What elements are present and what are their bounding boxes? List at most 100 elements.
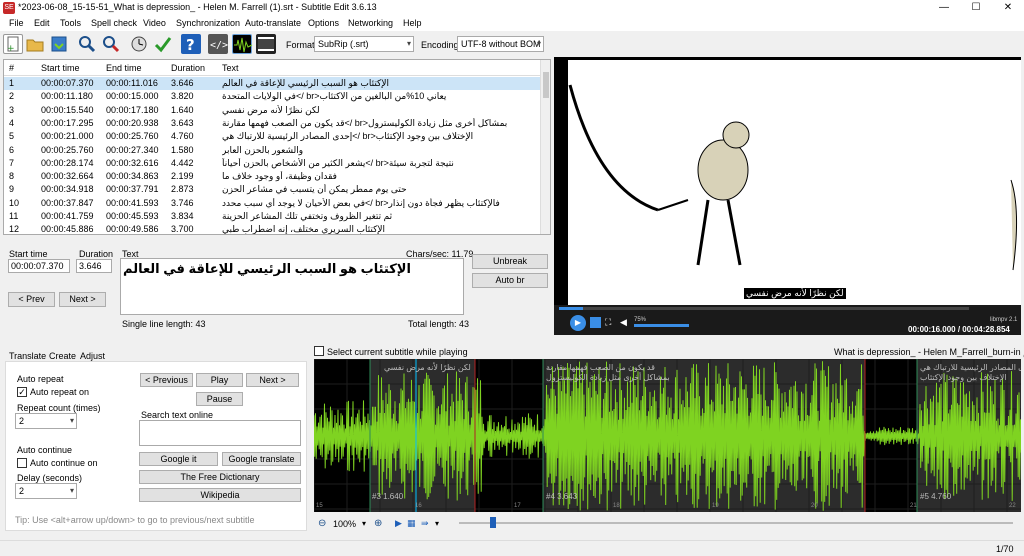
start-time-input[interactable]: 00:00:07.370 <box>8 259 70 273</box>
maximize-button[interactable]: ☐ <box>960 0 992 16</box>
table-row[interactable]: 12 00:00:45.886 00:00:49.586 3.700 الإكتئاب … <box>4 223 541 235</box>
table-row[interactable]: 9 00:00:34.918 00:00:37.791 2.873 حتى يوم مم… <box>4 183 541 196</box>
table-row[interactable]: 1 00:00:07.370 00:00:11.016 3.646 الإكتئاب ه… <box>4 77 541 90</box>
col-duration[interactable]: Duration <box>171 63 205 73</box>
cell-text: يعاني 10%من البالغين من الاكتئاب<br />في… <box>222 91 447 102</box>
waveform-icon[interactable] <box>232 34 253 54</box>
encoding-select[interactable]: UTF-8 without BOM ▾ <box>457 36 544 52</box>
play-icon[interactable]: ▶ <box>570 315 586 331</box>
select-current-checkbox[interactable] <box>314 346 324 356</box>
format-select[interactable]: SubRip (.srt) ▾ <box>314 36 414 52</box>
chevron-down-icon[interactable]: ▾ <box>435 519 439 528</box>
zoom-in-icon[interactable]: ⊕ <box>374 518 382 529</box>
time-tick: 18 <box>613 503 620 509</box>
previous-button[interactable]: < Previous <box>140 373 193 387</box>
waveform-position-track[interactable] <box>459 522 1013 524</box>
volume-slider[interactable] <box>634 324 689 327</box>
table-row[interactable]: 3 00:00:15.540 00:00:17.180 1.640 لكن نظرًا … <box>4 104 541 117</box>
table-row[interactable]: 10 00:00:37.847 00:00:41.593 3.746 فالإكتئاب… <box>4 197 541 210</box>
save-icon[interactable] <box>49 34 69 54</box>
mute-icon[interactable]: ◀ <box>620 317 627 328</box>
visual-sync-icon[interactable] <box>129 34 149 54</box>
table-row[interactable]: 7 00:00:28.174 00:00:32.616 4.442 نتيجة لتجر… <box>4 157 541 170</box>
audio-waveform[interactable]: لكن نظرًا لأنه مرض نفسي #3 1.640 قد يكون… <box>314 359 1021 512</box>
table-row[interactable]: 11 00:00:41.759 00:00:45.593 3.834 ثم تتغير … <box>4 210 541 223</box>
menu-synchronization[interactable]: Synchronization <box>176 18 240 28</box>
replace-icon[interactable] <box>101 34 121 54</box>
next-subtitle-button[interactable]: Next > <box>246 373 299 387</box>
find-icon[interactable] <box>77 34 97 54</box>
wikipedia-button[interactable]: Wikipedia <box>139 488 301 502</box>
google-it-button[interactable]: Google it <box>139 452 218 466</box>
table-row[interactable]: 6 00:00:25.760 00:00:27.340 1.580 والشعور با… <box>4 144 541 157</box>
grid-scrollbar[interactable] <box>540 60 550 234</box>
col-end-time[interactable]: End time <box>106 63 142 73</box>
google-translate-button[interactable]: Google translate <box>222 452 301 466</box>
auto-repeat-label: Auto repeat <box>17 374 64 384</box>
subtitle-text-input[interactable]: الإكتئاب هو السبب الرئيسي للإعاقة في الع… <box>120 258 464 315</box>
delay-select[interactable]: 2 ▾ <box>15 483 77 499</box>
auto-continue-label: Auto continue <box>17 445 73 455</box>
duration-input[interactable]: 3.646 <box>76 259 112 273</box>
title-bar: SE *2023-06-08_15-15-51_What is depressi… <box>0 0 1024 16</box>
prev-button[interactable]: < Prev <box>8 292 55 307</box>
new-file-icon[interactable]: + <box>3 34 23 54</box>
tab-create[interactable]: Create <box>49 351 76 361</box>
video-seek-bar[interactable] <box>559 307 969 310</box>
cell-end: 00:00:49.586 <box>106 224 159 235</box>
source-view-icon[interactable]: </> <box>208 34 228 54</box>
menu-auto-translate[interactable]: Auto-translate <box>245 18 301 28</box>
search-online-input[interactable] <box>139 420 301 446</box>
auto-continue-checkbox[interactable] <box>17 458 27 468</box>
menu-edit[interactable]: Edit <box>34 18 50 28</box>
single-line-length: Single line length: 43 <box>122 319 206 329</box>
zoom-value[interactable]: 100% <box>333 519 356 529</box>
help-icon[interactable]: ? <box>181 34 201 54</box>
cell-text: لكن نظرًا لأنه مرض نفسي <box>222 104 320 115</box>
player-speed: libmpv 2.1 <box>990 317 1018 323</box>
table-row[interactable]: 4 00:00:17.295 00:00:20.938 3.643 بمشاكل أخر… <box>4 117 541 130</box>
close-button[interactable]: ✕ <box>992 0 1024 16</box>
spell-check-icon[interactable] <box>153 34 173 54</box>
free-dictionary-button[interactable]: The Free Dictionary <box>139 470 301 484</box>
minimize-button[interactable]: — <box>928 0 960 16</box>
open-folder-icon[interactable] <box>25 34 45 54</box>
svg-text:?: ? <box>186 36 195 54</box>
zoom-out-icon[interactable]: ⊖ <box>318 518 326 529</box>
fullscreen-icon[interactable]: ⛶ <box>605 317 611 328</box>
cell-num: 4 <box>9 117 15 128</box>
repeat-count-select[interactable]: 2 ▾ <box>15 413 77 429</box>
stop-icon[interactable] <box>590 317 601 328</box>
menu-tools[interactable]: Tools <box>60 18 81 28</box>
next-button[interactable]: Next > <box>59 292 106 307</box>
waveform-position-thumb[interactable] <box>490 517 496 528</box>
auto-br-button[interactable]: Auto br <box>472 273 548 288</box>
pause-button[interactable]: Pause <box>196 392 243 406</box>
table-row[interactable]: 8 00:00:32.664 00:00:34.863 2.199 فقدان وظيف… <box>4 170 541 183</box>
next-icon[interactable]: ⇛ <box>421 518 429 529</box>
menu-help[interactable]: Help <box>403 18 422 28</box>
scrollbar-thumb[interactable] <box>543 72 549 98</box>
col-start-time[interactable]: Start time <box>41 63 80 73</box>
menu-options[interactable]: Options <box>308 18 339 28</box>
play-selection-icon[interactable]: ▶ <box>395 518 402 529</box>
col-text[interactable]: Text <box>222 63 239 73</box>
play-button[interactable]: Play <box>196 373 243 387</box>
tab-translate[interactable]: Translate <box>9 351 46 361</box>
grid-icon[interactable]: ▦ <box>407 518 416 529</box>
menu-spell-check[interactable]: Spell check <box>91 18 137 28</box>
menu-file[interactable]: File <box>9 18 24 28</box>
video-toggle-icon[interactable] <box>256 34 276 54</box>
unbreak-button[interactable]: Unbreak <box>472 254 548 269</box>
table-row[interactable]: 5 00:00:21.000 00:00:25.760 4.760 الإختلاف ب… <box>4 130 541 143</box>
col-number[interactable]: # <box>9 63 14 73</box>
subtitle-grid[interactable]: # Start time End time Duration Text 1 00:… <box>3 59 551 235</box>
video-seek-progress <box>559 307 583 310</box>
chevron-down-icon[interactable]: ▾ <box>362 519 366 528</box>
menu-video[interactable]: Video <box>143 18 166 28</box>
table-row[interactable]: 2 00:00:11.180 00:00:15.000 3.820 يعاني 10%م… <box>4 90 541 103</box>
tab-adjust[interactable]: Adjust <box>80 351 105 361</box>
menu-networking[interactable]: Networking <box>348 18 393 28</box>
auto-repeat-checkbox[interactable]: ✓ <box>17 387 27 397</box>
video-player[interactable]: لكن نظرًا لأنه مرض نفسي ▶ ⛶ ◀ 75% libmpv… <box>554 57 1021 335</box>
